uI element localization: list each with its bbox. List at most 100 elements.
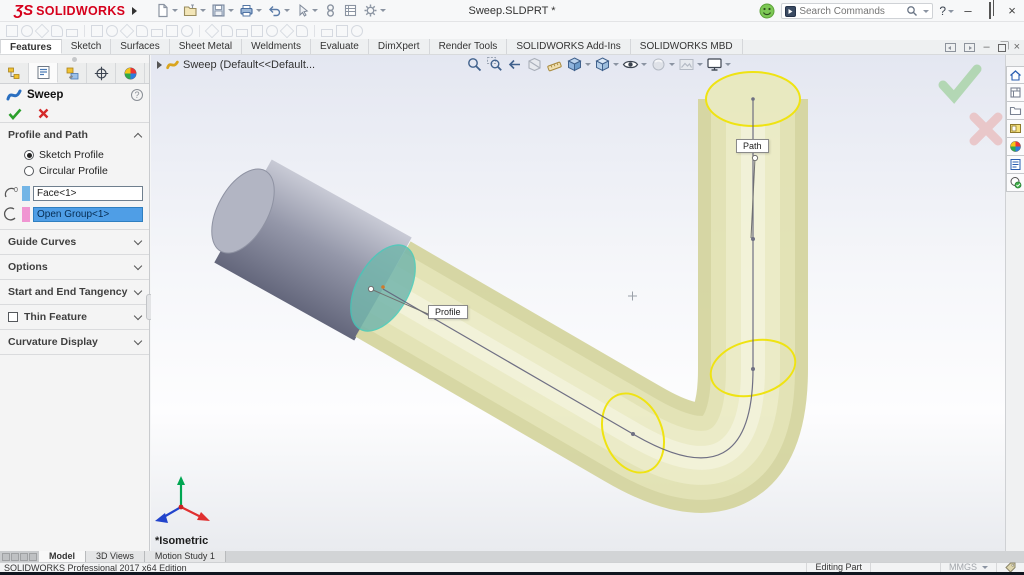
tab-weldments[interactable]: Weldments bbox=[242, 39, 311, 54]
file-properties-button[interactable] bbox=[341, 2, 360, 19]
open-button[interactable] bbox=[181, 2, 208, 19]
dropdown-caret[interactable] bbox=[284, 9, 290, 12]
tab-surfaces[interactable]: Surfaces bbox=[111, 39, 169, 54]
expand-chevron-icon[interactable] bbox=[134, 261, 142, 269]
tab-features[interactable]: Features bbox=[0, 39, 62, 54]
profile-selection-box[interactable]: Face<1> bbox=[33, 186, 143, 201]
help-button[interactable]: ? bbox=[939, 4, 954, 18]
search-input[interactable] bbox=[799, 6, 903, 17]
solidworks-resources-button[interactable] bbox=[1006, 66, 1024, 84]
collapse-pane-right-icon[interactable] bbox=[964, 43, 975, 52]
rebuild-button[interactable] bbox=[321, 2, 340, 19]
tab-dimxpert[interactable]: DimXpert bbox=[369, 39, 430, 54]
thin-feature-checkbox[interactable] bbox=[8, 312, 18, 322]
dropdown-caret[interactable] bbox=[312, 9, 318, 12]
dropdown-caret[interactable] bbox=[613, 63, 619, 66]
undo-button[interactable] bbox=[265, 2, 292, 19]
save-button[interactable] bbox=[209, 2, 236, 19]
tab-sketch[interactable]: Sketch bbox=[62, 39, 112, 54]
custom-properties-button[interactable] bbox=[1006, 156, 1024, 174]
dropdown-caret[interactable] bbox=[669, 63, 675, 66]
prev-tab-button[interactable] bbox=[11, 553, 19, 561]
doc-restore-button[interactable] bbox=[998, 44, 1006, 52]
select-button[interactable] bbox=[293, 2, 320, 19]
zoom-area-button[interactable] bbox=[486, 56, 503, 73]
appearances-scenes-button[interactable] bbox=[1006, 138, 1024, 156]
display-style-button[interactable] bbox=[594, 56, 619, 73]
print-button[interactable] bbox=[237, 2, 264, 19]
pm-help-icon[interactable]: ? bbox=[131, 89, 143, 101]
viewport-background[interactable] bbox=[151, 55, 1005, 551]
3d-scene[interactable] bbox=[151, 55, 1005, 551]
dropdown-caret[interactable] bbox=[585, 63, 591, 66]
section-header-profile-and-path[interactable]: Profile and Path bbox=[0, 123, 149, 147]
tab-model[interactable]: Model bbox=[39, 551, 86, 562]
dropdown-caret[interactable] bbox=[725, 63, 731, 66]
edit-appearance-button[interactable] bbox=[650, 56, 675, 73]
radio-button[interactable] bbox=[24, 166, 34, 176]
view-palette-button[interactable] bbox=[1006, 120, 1024, 138]
section-header-curvature-display[interactable]: Curvature Display bbox=[0, 330, 149, 354]
design-library-button[interactable] bbox=[1006, 84, 1024, 102]
dropdown-caret[interactable] bbox=[697, 63, 703, 66]
radio-button-selected[interactable] bbox=[24, 150, 34, 160]
dropdown-caret[interactable] bbox=[228, 9, 234, 12]
expand-chevron-icon[interactable] bbox=[134, 311, 142, 319]
dropdown-caret[interactable] bbox=[982, 566, 988, 569]
menu-flyout-arrow-icon[interactable] bbox=[132, 7, 137, 15]
cancel-button[interactable] bbox=[38, 108, 49, 119]
profile-callout-label[interactable]: Profile bbox=[428, 305, 468, 319]
last-tab-button[interactable] bbox=[29, 553, 37, 561]
collapse-pane-left-icon[interactable] bbox=[945, 43, 956, 52]
tab-feature-manager[interactable] bbox=[0, 63, 29, 83]
tab-sheet-metal[interactable]: Sheet Metal bbox=[170, 39, 242, 54]
apply-scene-button[interactable] bbox=[678, 56, 703, 73]
tab-configuration-manager[interactable] bbox=[58, 63, 87, 83]
tab-display-manager[interactable] bbox=[116, 63, 145, 83]
expand-chevron-icon[interactable] bbox=[134, 236, 142, 244]
radio-sketch-profile[interactable]: Sketch Profile bbox=[0, 147, 149, 163]
tab-3d-views[interactable]: 3D Views bbox=[86, 551, 145, 562]
section-view-button[interactable] bbox=[526, 56, 543, 73]
tab-dimxpert-manager[interactable] bbox=[87, 63, 116, 83]
next-tab-button[interactable] bbox=[20, 553, 28, 561]
first-tab-button[interactable] bbox=[2, 553, 10, 561]
units-selector[interactable]: MMGS bbox=[940, 563, 996, 573]
breadcrumb-flyout-icon[interactable] bbox=[157, 61, 162, 69]
search-icon[interactable] bbox=[906, 5, 918, 17]
zoom-fit-button[interactable] bbox=[466, 56, 483, 73]
path-callout-label[interactable]: Path bbox=[736, 139, 769, 153]
dropdown-caret[interactable] bbox=[172, 9, 178, 12]
minimize-button[interactable]: – bbox=[960, 3, 976, 19]
status-tag-button[interactable] bbox=[996, 563, 1024, 573]
path-selection-box[interactable]: Open Group<1> bbox=[33, 207, 143, 222]
doc-close-button[interactable]: × bbox=[1014, 41, 1020, 53]
previous-view-button[interactable] bbox=[506, 56, 523, 73]
radio-circular-profile[interactable]: Circular Profile bbox=[0, 163, 149, 179]
view-orientation-button[interactable] bbox=[566, 56, 591, 73]
dropdown-caret[interactable] bbox=[256, 9, 262, 12]
search-scope-icon[interactable] bbox=[785, 6, 796, 17]
graphics-viewport[interactable]: Sweep (Default<<Default... Path Profile … bbox=[151, 55, 1005, 551]
ok-button[interactable] bbox=[8, 108, 22, 120]
file-explorer-button[interactable] bbox=[1006, 102, 1024, 120]
search-commands-box[interactable] bbox=[781, 3, 933, 19]
solidworks-forum-button[interactable] bbox=[1006, 174, 1024, 192]
section-header-start-end-tangency[interactable]: Start and End Tangency bbox=[0, 280, 149, 304]
panel-splitter-handle[interactable] bbox=[0, 55, 149, 63]
dropdown-caret[interactable] bbox=[380, 9, 386, 12]
new-document-button[interactable] bbox=[153, 2, 180, 19]
tab-solidworks-addins[interactable]: SOLIDWORKS Add-Ins bbox=[507, 39, 630, 54]
doc-minimize-button[interactable]: – bbox=[983, 41, 989, 53]
section-header-options[interactable]: Options bbox=[0, 255, 149, 279]
measure-button[interactable] bbox=[546, 56, 563, 73]
section-header-thin-feature[interactable]: Thin Feature bbox=[0, 305, 149, 329]
dropdown-caret[interactable] bbox=[641, 63, 647, 66]
section-header-guide-curves[interactable]: Guide Curves bbox=[0, 230, 149, 254]
collapse-chevron-icon[interactable] bbox=[134, 132, 142, 140]
tab-evaluate[interactable]: Evaluate bbox=[311, 39, 369, 54]
tab-solidworks-mbd[interactable]: SOLIDWORKS MBD bbox=[631, 39, 743, 54]
expand-chevron-icon[interactable] bbox=[134, 286, 142, 294]
dropdown-caret[interactable] bbox=[200, 9, 206, 12]
search-dropdown-caret[interactable] bbox=[923, 10, 929, 13]
